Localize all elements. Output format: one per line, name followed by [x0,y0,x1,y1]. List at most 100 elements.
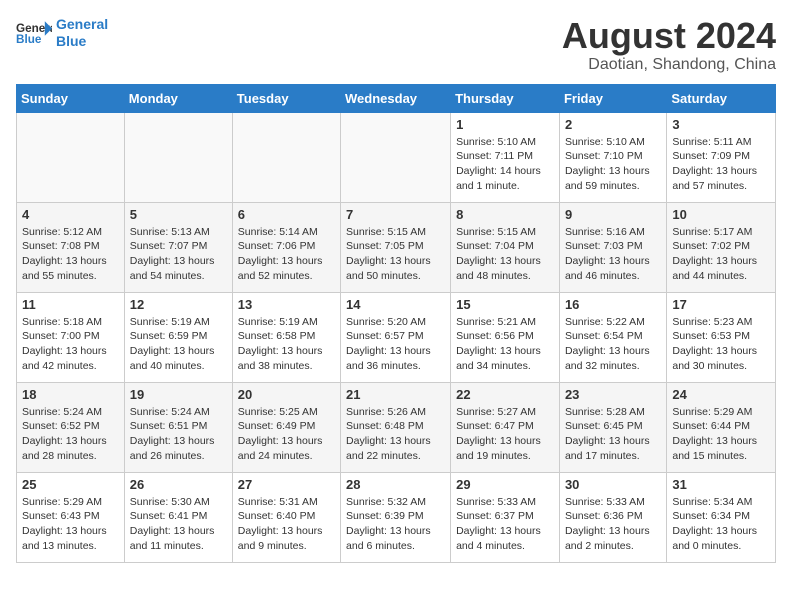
day-number: 29 [456,477,554,492]
calendar-cell: 10 Sunrise: 5:17 AM Sunset: 7:02 PM Dayli… [667,202,776,292]
weekday-header-tuesday: Tuesday [232,84,340,112]
day-number: 27 [238,477,335,492]
calendar-week-row: 25 Sunrise: 5:29 AM Sunset: 6:43 PM Dayli… [17,472,776,562]
day-number: 2 [565,117,661,132]
day-info: Sunrise: 5:28 AM Sunset: 6:45 PM Dayligh… [565,405,661,464]
day-number: 17 [672,297,770,312]
page-header: General Blue GeneralBlue August 2024 Dao… [16,16,776,74]
logo-text: GeneralBlue [56,16,108,50]
day-number: 14 [346,297,445,312]
calendar-cell: 9 Sunrise: 5:16 AM Sunset: 7:03 PM Daylig… [559,202,666,292]
day-info: Sunrise: 5:12 AM Sunset: 7:08 PM Dayligh… [22,225,119,284]
day-number: 22 [456,387,554,402]
day-info: Sunrise: 5:22 AM Sunset: 6:54 PM Dayligh… [565,315,661,374]
day-info: Sunrise: 5:18 AM Sunset: 7:00 PM Dayligh… [22,315,119,374]
day-number: 25 [22,477,119,492]
day-info: Sunrise: 5:10 AM Sunset: 7:11 PM Dayligh… [456,135,554,194]
calendar-cell: 23 Sunrise: 5:28 AM Sunset: 6:45 PM Dayli… [559,382,666,472]
calendar-cell: 15 Sunrise: 5:21 AM Sunset: 6:56 PM Dayli… [451,292,560,382]
calendar-cell: 13Sunrise: 5:19 AM Sunset: 6:58 PM Dayli… [232,292,340,382]
calendar-cell: 22 Sunrise: 5:27 AM Sunset: 6:47 PM Dayli… [451,382,560,472]
day-number: 10 [672,207,770,222]
weekday-header-sunday: Sunday [17,84,125,112]
day-number: 20 [238,387,335,402]
day-number: 8 [456,207,554,222]
day-number: 16 [565,297,661,312]
calendar-cell: 20 Sunrise: 5:25 AM Sunset: 6:49 PM Dayli… [232,382,340,472]
calendar-week-row: 4 Sunrise: 5:12 AM Sunset: 7:08 PM Daylig… [17,202,776,292]
day-info: Sunrise: 5:33 AM Sunset: 6:36 PM Dayligh… [565,495,661,554]
day-number: 4 [22,207,119,222]
calendar-cell: 25 Sunrise: 5:29 AM Sunset: 6:43 PM Dayli… [17,472,125,562]
day-info: Sunrise: 5:26 AM Sunset: 6:48 PM Dayligh… [346,405,445,464]
day-info: Sunrise: 5:11 AM Sunset: 7:09 PM Dayligh… [672,135,770,194]
calendar-cell [17,112,125,202]
day-info: Sunrise: 5:19 AM Sunset: 6:59 PM Dayligh… [130,315,227,374]
day-number: 3 [672,117,770,132]
day-number: 31 [672,477,770,492]
day-info: Sunrise: 5:24 AM Sunset: 6:52 PM Dayligh… [22,405,119,464]
calendar-cell: 2Sunrise: 5:10 AM Sunset: 7:10 PM Daylig… [559,112,666,202]
calendar-week-row: 11 Sunrise: 5:18 AM Sunset: 7:00 PM Dayli… [17,292,776,382]
calendar-cell: 8Sunrise: 5:15 AM Sunset: 7:04 PM Daylig… [451,202,560,292]
calendar-cell: 7Sunrise: 5:15 AM Sunset: 7:05 PM Daylig… [341,202,451,292]
day-info: Sunrise: 5:17 AM Sunset: 7:02 PM Dayligh… [672,225,770,284]
calendar-cell: 1Sunrise: 5:10 AM Sunset: 7:11 PM Daylig… [451,112,560,202]
day-number: 23 [565,387,661,402]
weekday-header-row: SundayMondayTuesdayWednesdayThursdayFrid… [17,84,776,112]
day-number: 12 [130,297,227,312]
day-info: Sunrise: 5:29 AM Sunset: 6:43 PM Dayligh… [22,495,119,554]
day-info: Sunrise: 5:33 AM Sunset: 6:37 PM Dayligh… [456,495,554,554]
day-info: Sunrise: 5:14 AM Sunset: 7:06 PM Dayligh… [238,225,335,284]
calendar-cell: 18 Sunrise: 5:24 AM Sunset: 6:52 PM Dayli… [17,382,125,472]
weekday-header-friday: Friday [559,84,666,112]
day-number: 6 [238,207,335,222]
weekday-header-thursday: Thursday [451,84,560,112]
calendar-cell: 17 Sunrise: 5:23 AM Sunset: 6:53 PM Dayli… [667,292,776,382]
calendar-cell: 24 Sunrise: 5:29 AM Sunset: 6:44 PM Dayli… [667,382,776,472]
day-number: 5 [130,207,227,222]
day-info: Sunrise: 5:16 AM Sunset: 7:03 PM Dayligh… [565,225,661,284]
calendar-table: SundayMondayTuesdayWednesdayThursdayFrid… [16,84,776,563]
weekday-header-saturday: Saturday [667,84,776,112]
day-number: 7 [346,207,445,222]
day-number: 11 [22,297,119,312]
calendar-cell: 3 Sunrise: 5:11 AM Sunset: 7:09 PM Daylig… [667,112,776,202]
svg-text:Blue: Blue [16,33,42,46]
day-info: Sunrise: 5:25 AM Sunset: 6:49 PM Dayligh… [238,405,335,464]
day-info: Sunrise: 5:20 AM Sunset: 6:57 PM Dayligh… [346,315,445,374]
calendar-week-row: 18 Sunrise: 5:24 AM Sunset: 6:52 PM Dayli… [17,382,776,472]
calendar-cell: 26Sunrise: 5:30 AM Sunset: 6:41 PM Dayli… [124,472,232,562]
calendar-cell [341,112,451,202]
calendar-cell: 6 Sunrise: 5:14 AM Sunset: 7:06 PM Daylig… [232,202,340,292]
day-info: Sunrise: 5:21 AM Sunset: 6:56 PM Dayligh… [456,315,554,374]
logo-icon: General Blue [16,19,52,47]
day-number: 19 [130,387,227,402]
day-number: 18 [22,387,119,402]
day-number: 21 [346,387,445,402]
day-info: Sunrise: 5:24 AM Sunset: 6:51 PM Dayligh… [130,405,227,464]
day-info: Sunrise: 5:19 AM Sunset: 6:58 PM Dayligh… [238,315,335,374]
calendar-cell: 14 Sunrise: 5:20 AM Sunset: 6:57 PM Dayli… [341,292,451,382]
day-number: 15 [456,297,554,312]
day-number: 28 [346,477,445,492]
calendar-cell: 27 Sunrise: 5:31 AM Sunset: 6:40 PM Dayli… [232,472,340,562]
day-info: Sunrise: 5:13 AM Sunset: 7:07 PM Dayligh… [130,225,227,284]
day-number: 9 [565,207,661,222]
day-info: Sunrise: 5:32 AM Sunset: 6:39 PM Dayligh… [346,495,445,554]
day-info: Sunrise: 5:30 AM Sunset: 6:41 PM Dayligh… [130,495,227,554]
day-info: Sunrise: 5:23 AM Sunset: 6:53 PM Dayligh… [672,315,770,374]
calendar-cell: 12 Sunrise: 5:19 AM Sunset: 6:59 PM Dayli… [124,292,232,382]
calendar-cell: 29 Sunrise: 5:33 AM Sunset: 6:37 PM Dayli… [451,472,560,562]
calendar-week-row: 1Sunrise: 5:10 AM Sunset: 7:11 PM Daylig… [17,112,776,202]
day-info: Sunrise: 5:27 AM Sunset: 6:47 PM Dayligh… [456,405,554,464]
day-info: Sunrise: 5:29 AM Sunset: 6:44 PM Dayligh… [672,405,770,464]
calendar-cell: 31Sunrise: 5:34 AM Sunset: 6:34 PM Dayli… [667,472,776,562]
day-number: 24 [672,387,770,402]
day-info: Sunrise: 5:31 AM Sunset: 6:40 PM Dayligh… [238,495,335,554]
calendar-cell: 11 Sunrise: 5:18 AM Sunset: 7:00 PM Dayli… [17,292,125,382]
logo: General Blue GeneralBlue [16,16,108,50]
calendar-cell [232,112,340,202]
calendar-cell: 28 Sunrise: 5:32 AM Sunset: 6:39 PM Dayli… [341,472,451,562]
month-year-title: August 2024 [562,16,776,56]
